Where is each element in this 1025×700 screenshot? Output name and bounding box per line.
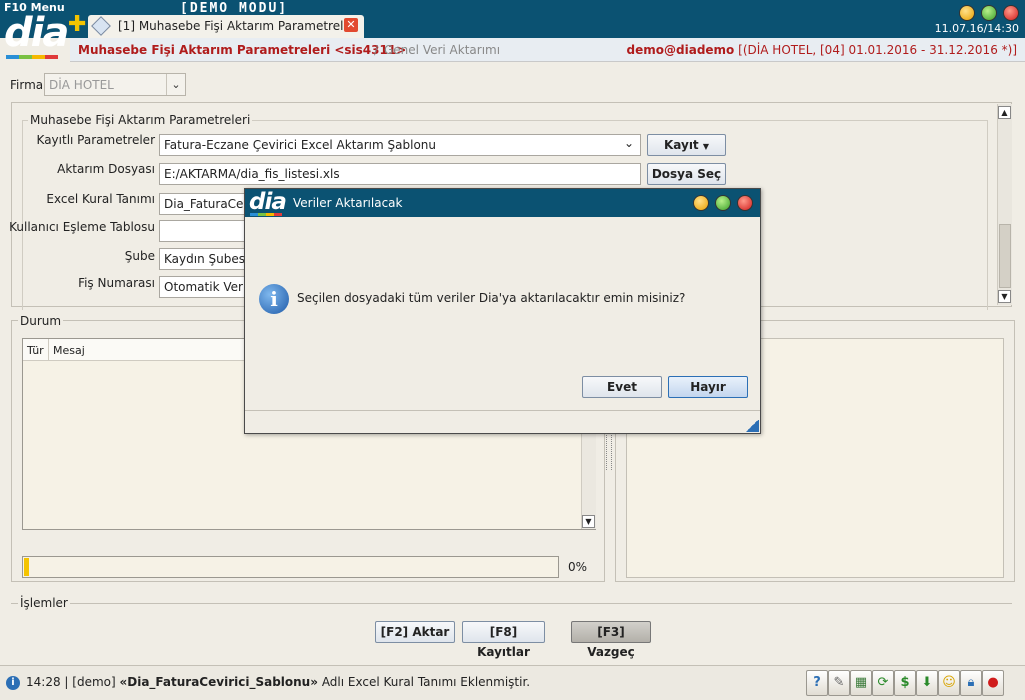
dropdown-arrow-icon: ▼ [702, 142, 710, 151]
excel-kural-tanimi-field[interactable]: Dia_FaturaCevirici_Sablonu [159, 193, 249, 215]
dialog-logo-color-bar [250, 213, 282, 216]
download-icon[interactable]: ⬇ [916, 670, 938, 696]
aktarim-dosyasi-field[interactable]: E:/AKTARMA/dia_fis_listesi.xls [159, 163, 641, 185]
status-bar: i 14:28 | [demo] «Dia_FaturaCevirici_Sab… [0, 665, 1025, 700]
help-icon[interactable]: ? [806, 670, 828, 696]
dollar-icon[interactable]: $ [894, 670, 916, 696]
firma-label: Firma [10, 78, 44, 92]
maximize-icon[interactable] [981, 5, 997, 21]
params-legend: Muhasebe Fişi Aktarım Parametreleri [28, 113, 253, 127]
dialog-dia-logo: dia [249, 189, 287, 215]
new-tab-plus-icon[interactable]: ✚ [68, 12, 86, 37]
resize-grip-icon[interactable] [745, 420, 759, 432]
fis-numarasi-select[interactable]: Otomatik Verilsin [159, 276, 249, 298]
firma-select[interactable]: DİA HOTEL [44, 73, 186, 96]
tab-close-icon[interactable]: ✕ [344, 18, 358, 32]
durum-legend: Durum [18, 314, 64, 328]
progress-bar [22, 556, 559, 578]
status-rule: «Dia_FaturaCevirici_Sablonu» [119, 675, 318, 689]
company-period: [(DİA HOTEL, [04] 01.01.2016 - 31.12.201… [738, 43, 1017, 57]
hayir-button[interactable]: Hayır [668, 376, 748, 398]
close-icon[interactable] [1003, 5, 1019, 21]
column-tur[interactable]: Tür [27, 344, 44, 357]
info-icon: i [259, 284, 289, 314]
aktarim-dosyasi-label: Aktarım Dosyası [57, 162, 155, 176]
kullanici-esleme-field[interactable] [159, 220, 249, 242]
kayitlar-button[interactable]: [F8] Kayıtlar [462, 621, 545, 659]
scroll-thumb[interactable] [999, 224, 1011, 288]
kayitli-parametreler-label: Kayıtlı Parametreler [36, 133, 155, 147]
progress-percent: 0% [568, 560, 588, 574]
progress-fill [24, 558, 30, 576]
dialog-divider [245, 410, 760, 411]
kayit-button[interactable]: Kayıt ▼ [647, 134, 726, 156]
dia-logo: dia [4, 10, 69, 56]
dialog-message: Seçilen dosyadaki tüm veriler Dia'ya akt… [297, 291, 686, 305]
wrench-icon[interactable]: ✎ [828, 670, 850, 696]
user-context: demo@diademo [(DİA HOTEL, [04] 01.01.201… [627, 43, 1017, 57]
column-divider[interactable] [48, 339, 49, 361]
smiley-icon[interactable]: ☺ [938, 670, 960, 696]
kullanici-esleme-label: Kullanıcı Eşleme Tablosu [9, 220, 155, 234]
fis-numarasi-label: Fiş Numarası [78, 276, 155, 290]
breadcrumb-subtitle[interactable]: Genel Veri Aktarımı [384, 43, 500, 57]
evet-button[interactable]: Evet [582, 376, 662, 398]
sube-select[interactable]: Kaydın Şubesi [159, 248, 249, 270]
islemler-legend: İşlemler [18, 596, 70, 610]
status-message: 14:28 | [demo] «Dia_FaturaCevirici_Sablo… [26, 675, 531, 689]
scroll-down-icon[interactable]: ▼ [998, 290, 1011, 303]
dialog-maximize-icon[interactable] [715, 195, 731, 211]
minimize-icon[interactable] [959, 5, 975, 21]
calculator-icon[interactable]: ▦ [850, 670, 872, 696]
dialog-minimize-icon[interactable] [693, 195, 709, 211]
chevron-down-icon[interactable]: ⌄ [166, 74, 185, 95]
dialog-title: Veriler Aktarılacak [293, 196, 403, 210]
breadcrumb-separator: / [374, 43, 379, 57]
tab-document-icon [91, 16, 111, 36]
status-user: [demo] [72, 675, 116, 689]
demo-mode-banner: [DEMO MODU] [180, 1, 289, 16]
chevron-down-icon[interactable]: ⌄ [620, 136, 638, 154]
kayitli-parametreler-select[interactable]: Fatura-Eczane Çevirici Excel Aktarım Şab… [159, 134, 641, 156]
scroll-up-icon[interactable]: ▲ [998, 106, 1011, 119]
breadcrumb: Muhasebe Fişi Aktarım Parametreleri <sis… [70, 38, 1025, 62]
refresh-icon[interactable]: ⟳ [872, 670, 894, 696]
lock-icon[interactable]: 🔒︎ [960, 670, 982, 696]
status-text: Adlı Excel Kural Tanımı Eklenmiştir. [321, 675, 531, 689]
splitter-handle[interactable] [606, 430, 612, 470]
aktar-button[interactable]: [F2] Aktar [375, 621, 455, 643]
tab-muhasebe-fisi[interactable]: [1] Muhasebe Fişi Aktarım Parametreleri … [88, 15, 364, 39]
page-title: Muhasebe Fişi Aktarım Parametreleri <sis… [78, 43, 407, 57]
dialog-titlebar[interactable]: dia Veriler Aktarılacak [245, 189, 760, 217]
dosya-sec-button[interactable]: Dosya Seç [647, 163, 726, 185]
confirm-dialog: dia Veriler Aktarılacak i Seçilen dosyad… [244, 188, 761, 434]
user-name: demo@diademo [626, 43, 735, 57]
scroll-down-icon[interactable]: ▼ [582, 515, 595, 528]
params-scrollbar[interactable]: ▲ ▼ [997, 104, 1012, 305]
status-time: 14:28 [26, 675, 61, 689]
stop-icon[interactable]: ● [982, 670, 1004, 696]
kayit-label: Kayıt [663, 138, 699, 152]
tab-label: [1] Muhasebe Fişi Aktarım Parametreleri [118, 19, 360, 33]
info-icon: i [6, 676, 20, 690]
sube-label: Şube [124, 249, 155, 263]
dialog-close-icon[interactable] [737, 195, 753, 211]
datetime: 11.07.16/14:30 [934, 22, 1019, 35]
vazgec-button[interactable]: [F3] Vazgeç [571, 621, 651, 659]
logo-color-bar [6, 55, 58, 59]
column-mesaj[interactable]: Mesaj [53, 344, 85, 357]
excel-kural-tanimi-label: Excel Kural Tanımı [46, 192, 155, 206]
